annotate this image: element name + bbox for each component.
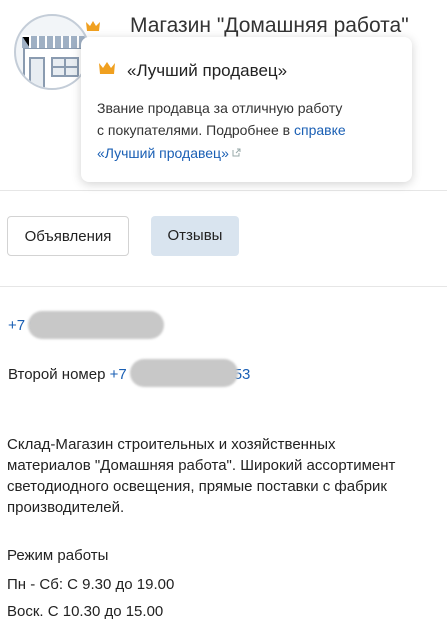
help-link[interactable]: справке [294, 122, 346, 138]
working-hours-weekdays: Пн - Сб: С 9.30 до 19.00 [7, 576, 175, 593]
divider [0, 190, 447, 191]
redacted-blur [28, 311, 164, 339]
shop-description: Склад-Магазин строительных и хозяйственн… [7, 436, 396, 516]
working-hours-sunday: Воск. С 10.30 до 15.00 [7, 603, 164, 620]
tooltip-title: «Лучший продавец» [127, 61, 288, 80]
divider [0, 286, 447, 287]
external-link-icon [232, 141, 241, 157]
best-seller-tooltip: «Лучший продавец» Звание продавца за отл… [81, 37, 412, 182]
crown-icon [97, 59, 117, 77]
storefront-icon[interactable] [14, 14, 90, 90]
tab-ads[interactable]: Объявления [7, 216, 129, 256]
best-seller-help-link[interactable]: «Лучший продавец» [97, 145, 229, 161]
phone-secondary-label: Второй номер [8, 366, 106, 383]
tab-reviews[interactable]: Отзывы [151, 216, 239, 256]
tooltip-body: Звание продавца за отличную работу с пок… [97, 97, 402, 164]
working-hours-title: Режим работы [7, 547, 109, 564]
redacted-blur [130, 359, 238, 387]
tooltip-text: Звание продавца за отличную работу [97, 100, 343, 116]
crown-icon[interactable] [83, 16, 103, 36]
shop-name: Магазин "Домашняя работа" [130, 14, 409, 37]
tooltip-text: с покупателями. Подробнее в [97, 122, 294, 138]
